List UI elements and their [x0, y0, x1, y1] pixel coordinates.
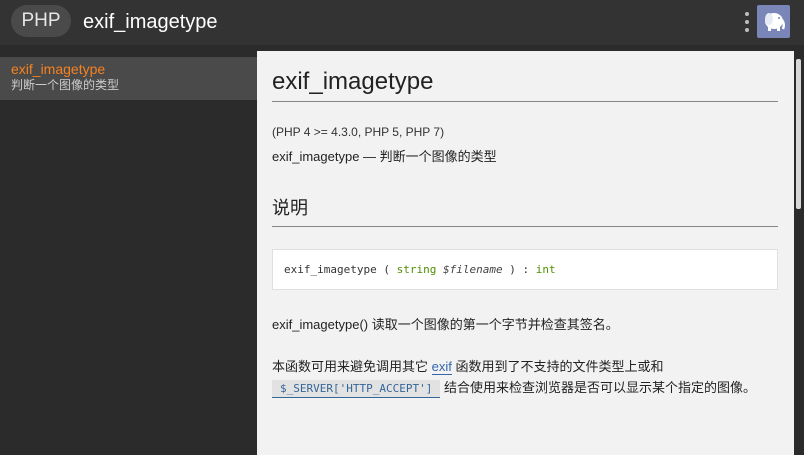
doc-content: exif_imagetype (PHP 4 >= 4.3.0, PHP 5, P…	[257, 51, 794, 455]
usage-text-pre: 本函数可用来避免调用其它	[272, 359, 432, 374]
synopsis-param-type: string	[396, 263, 437, 276]
top-bar: PHP exif_imagetype	[0, 0, 804, 45]
content-scrollbar[interactable]	[794, 51, 804, 455]
sidebar-item-exif-imagetype[interactable]: exif_imagetype 判断一个图像的类型	[0, 57, 257, 100]
description-paragraph: exif_imagetype() 读取一个图像的第一个字节并检查其签名。	[272, 317, 619, 332]
scrollbar-thumb[interactable]	[796, 59, 801, 209]
exif-link[interactable]: exif	[431, 359, 452, 375]
sidebar-item-description: 判断一个图像的类型	[11, 78, 120, 92]
page-title: exif_imagetype	[83, 11, 218, 33]
kebab-menu-icon[interactable]	[741, 9, 753, 35]
section-heading-description: 说明	[272, 196, 778, 227]
usage-text-post: 结合使用来检查浏览器是否可以显示某个指定的图像。	[440, 380, 756, 395]
synopsis-close-paren: ) :	[502, 263, 536, 276]
synopsis-param-name: $filename	[436, 263, 503, 276]
usage-text-mid: 函数用到了不支持的文件类型上或和	[451, 359, 664, 374]
sidebar-item-label: exif_imagetype	[11, 61, 106, 77]
synopsis-return-type: int	[535, 263, 556, 276]
version-info: (PHP 4 >= 4.3.0, PHP 5, PHP 7)	[272, 125, 445, 139]
usage-paragraph: 本函数可用来避免调用其它 exif 函数用到了不支持的文件类型上或和 $_SERV…	[272, 356, 784, 398]
function-purpose: exif_imagetype — 判断一个图像的类型	[272, 149, 497, 164]
language-badge[interactable]: PHP	[11, 5, 71, 37]
method-synopsis: exif_imagetype ( string $filename ) : in…	[272, 249, 778, 290]
function-heading: exif_imagetype	[272, 67, 778, 102]
synopsis-open-paren: (	[376, 263, 397, 276]
sidebar: exif_imagetype 判断一个图像的类型	[0, 45, 257, 455]
elephant-icon[interactable]	[757, 5, 790, 38]
server-accept-code-link[interactable]: $_SERVER['HTTP_ACCEPT']	[272, 380, 441, 398]
synopsis-function-name: exif_imagetype	[284, 263, 377, 276]
